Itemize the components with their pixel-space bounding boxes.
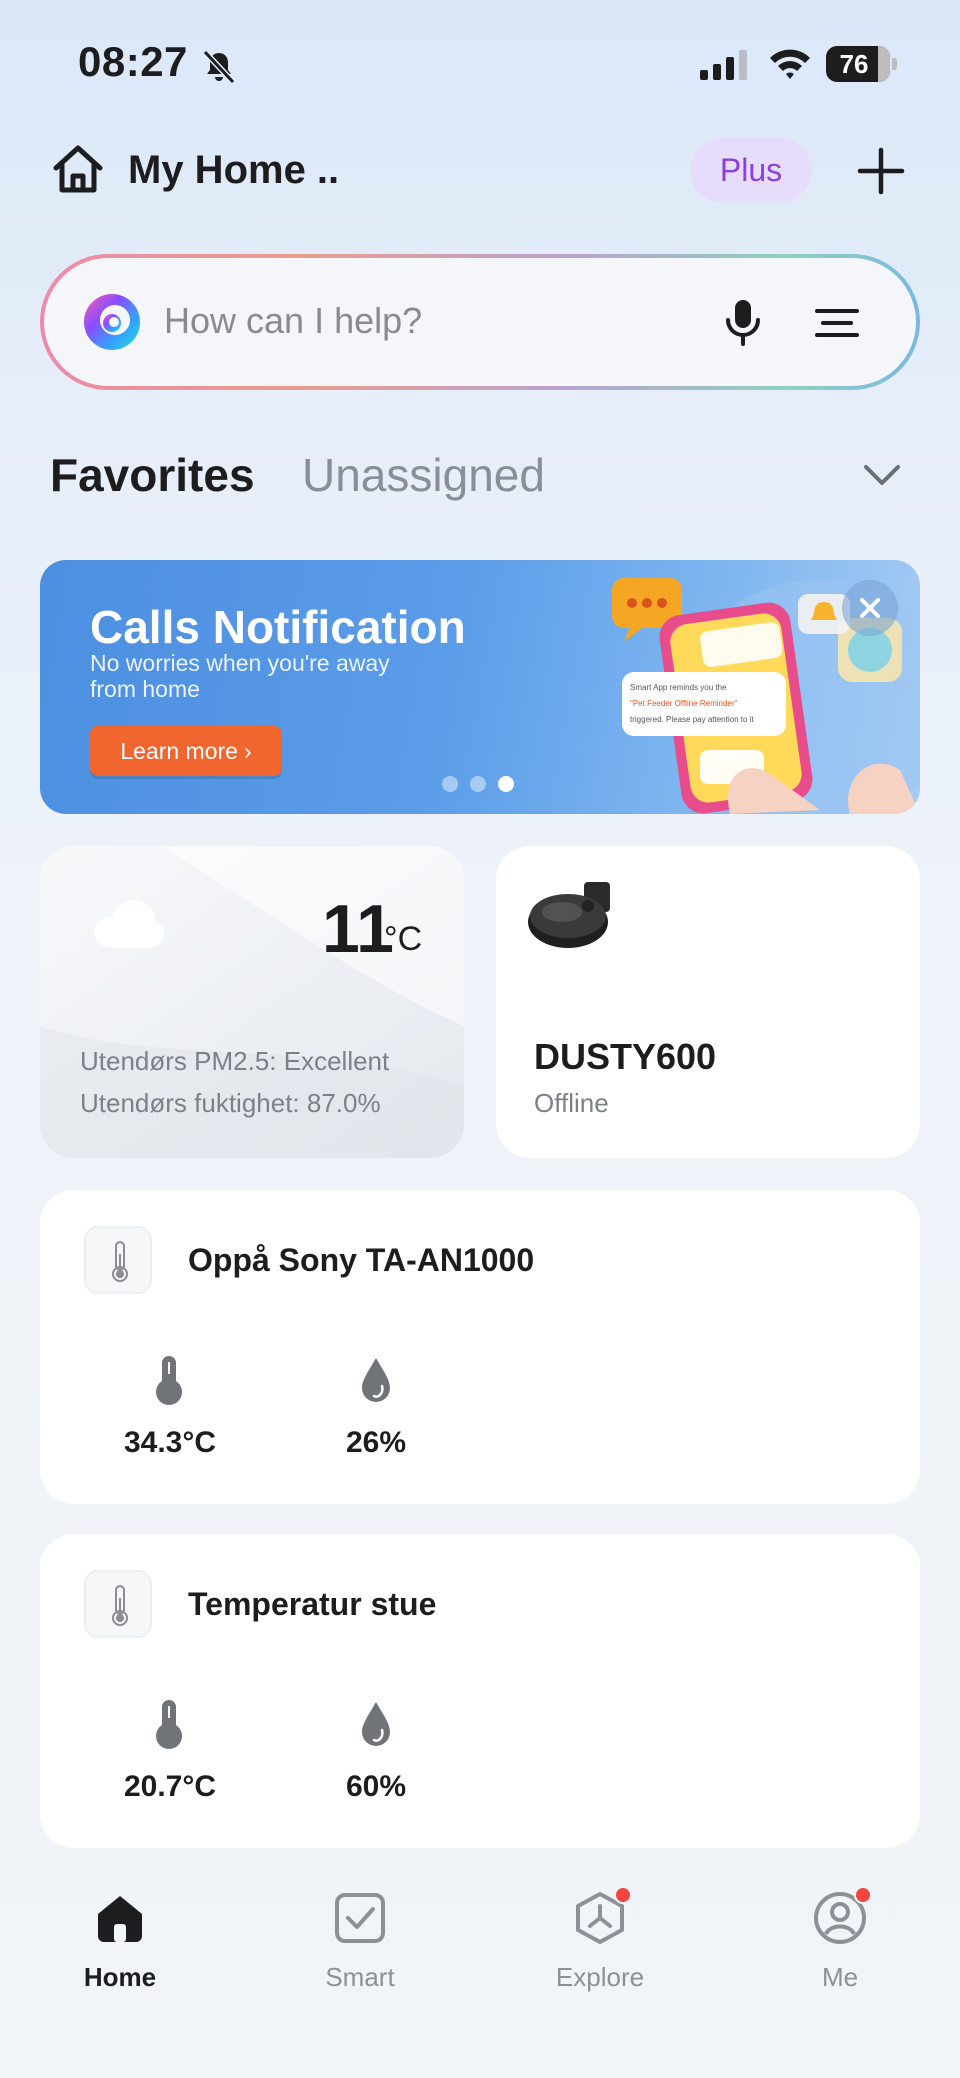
nav-item-explore[interactable]: Explore — [520, 1886, 680, 2000]
battery-icon: 76 — [826, 46, 898, 82]
nav-item-home[interactable]: Home — [40, 1890, 200, 2000]
status-time: 08:27 — [78, 38, 188, 85]
device-name: Oppå Sony TA-AN1000 — [188, 1242, 535, 1278]
nav-label: Home — [83, 1962, 157, 1992]
bottom-navigation: Home Smart Explore Me — [0, 1870, 960, 2078]
device-card-sensor[interactable]: Oppå Sony TA-AN1000 34.3°C 26% — [40, 1190, 920, 1504]
weather-card[interactable]: 11 °C Utendørs PM2.5: Excellent Utendørs… — [40, 846, 464, 1158]
device-status: Offline — [534, 1088, 609, 1118]
outdoor-humidity: Utendørs fuktighet: 87.0% — [80, 1088, 381, 1118]
tab-unassigned[interactable]: Unassigned — [302, 448, 545, 502]
temperature-unit: °C — [384, 920, 423, 958]
learn-more-button[interactable]: Learn more › — [90, 726, 282, 776]
tab-favorites[interactable]: Favorites — [50, 448, 255, 502]
temperature-value: 34.3°C — [123, 1426, 217, 1459]
humidity-drop-icon — [362, 1358, 390, 1402]
nav-label: Smart — [325, 1962, 395, 1992]
home-icon[interactable] — [50, 142, 106, 196]
robot-vacuum-icon — [528, 882, 610, 948]
microphone-icon[interactable] — [722, 298, 764, 346]
device-card-sensor[interactable]: Temperatur stue 20.7°C 60% — [40, 1534, 920, 1848]
battery-level: 76 — [839, 49, 869, 79]
carousel-dot[interactable] — [442, 776, 458, 792]
thermometer-icon — [156, 1356, 182, 1405]
learn-more-label: Learn more — [120, 737, 238, 764]
banner-subtitle: No worries when you're away from home — [90, 650, 390, 702]
cloud-icon — [94, 900, 164, 948]
add-icon[interactable] — [856, 146, 906, 196]
wifi-icon — [770, 49, 810, 79]
smart-checkbox-icon — [335, 1893, 385, 1943]
banner-title: Calls Notification — [90, 601, 466, 653]
home-icon — [98, 1896, 142, 1942]
device-card-robot[interactable]: DUSTY600 Offline — [496, 846, 920, 1158]
humidity-drop-icon — [362, 1702, 390, 1746]
close-icon — [860, 598, 880, 618]
art-bubble-line2: "Pet Feeder Offline Reminder" — [630, 699, 738, 708]
thermometer-icon — [156, 1700, 182, 1749]
thermometer-device-icon — [84, 1226, 152, 1294]
chevron-right-icon: › — [243, 737, 252, 764]
assistant-logo-icon — [84, 294, 140, 350]
home-selector[interactable]: My Home .. — [128, 148, 339, 193]
device-name: DUSTY600 — [534, 1036, 717, 1077]
bell-slash-icon — [202, 49, 236, 85]
thermometer-device-icon — [84, 1570, 152, 1638]
plus-button[interactable]: Plus — [690, 138, 812, 202]
nav-label: Explore — [555, 1962, 645, 1992]
carousel-dot-active[interactable] — [498, 776, 514, 792]
filter-menu-icon[interactable] — [814, 306, 860, 340]
art-bubble-line3: triggered. Please pay attention to it — [630, 715, 754, 724]
humidity-value: 60% — [345, 1770, 407, 1803]
chevron-down-icon[interactable] — [862, 462, 902, 488]
nav-label: Me — [821, 1962, 859, 1992]
close-banner-button[interactable] — [842, 580, 898, 636]
signal-icon — [700, 50, 747, 80]
search-placeholder[interactable]: How can I help? — [164, 300, 422, 342]
notification-badge — [614, 1886, 632, 1904]
temperature-value: 20.7°C — [123, 1770, 217, 1803]
outdoor-pm25: Utendørs PM2.5: Excellent — [80, 1046, 390, 1076]
promo-banner[interactable]: Smart App reminds you the "Pet Feeder Of… — [40, 560, 920, 814]
art-bubble-line1: Smart App reminds you the — [630, 683, 727, 692]
notification-badge — [854, 1886, 872, 1904]
humidity-value: 26% — [345, 1426, 407, 1459]
assistant-search-bar[interactable]: How can I help? — [40, 254, 920, 390]
carousel-dot[interactable] — [470, 776, 486, 792]
nav-item-me[interactable]: Me — [760, 1886, 920, 2000]
device-name: Temperatur stue — [188, 1586, 437, 1622]
carousel-dots — [442, 776, 522, 792]
nav-item-smart[interactable]: Smart — [280, 1890, 440, 2000]
